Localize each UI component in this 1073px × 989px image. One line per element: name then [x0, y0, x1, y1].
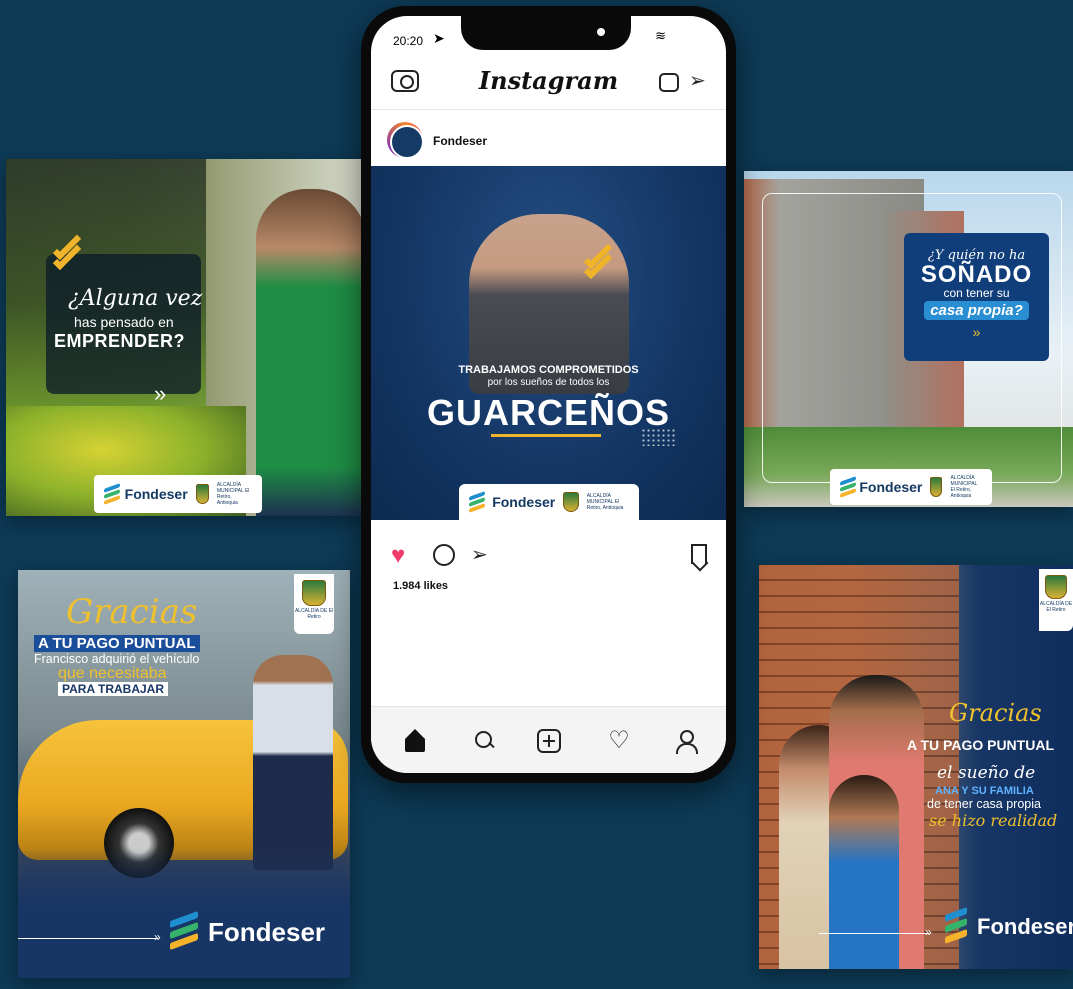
municipality-label: ALCALDÍA MUNICIPAL El Retiro, Antioquia — [950, 475, 978, 499]
story-line-1: el sueño de — [937, 763, 1036, 783]
brand-footer: Fondeser ALCALDÍA MUNICIPAL El Retiro, A… — [830, 469, 992, 505]
sonado-title: SOÑADO — [920, 261, 1033, 288]
badge-label: ALCALDÍA DE El Retiro — [1039, 601, 1073, 613]
search-icon[interactable] — [473, 729, 497, 753]
activity-icon[interactable]: ♡ — [607, 729, 631, 753]
headline-line-3: EMPRENDER? — [54, 331, 186, 351]
heart-icon[interactable]: ♥ — [391, 544, 405, 568]
post-card-familia: ALCALDÍA DE El Retiro Gracias A TU PAGO … — [759, 565, 1073, 969]
vendor-photo — [256, 189, 363, 516]
bottom-gradient — [18, 848, 350, 978]
underline-accent — [491, 434, 601, 437]
add-icon[interactable] — [537, 729, 561, 753]
municipality-crest-icon — [930, 477, 943, 497]
story-line-2: que necesitaba — [58, 665, 167, 682]
gracias-title: Gracias — [949, 699, 1042, 727]
story-line-3: de tener casa propia — [927, 797, 1041, 811]
gracias-title: Gracias — [66, 592, 198, 632]
brand-name: Fondeser — [859, 479, 923, 495]
double-chevron-icon: » — [154, 930, 161, 944]
double-chevron-icon: » — [972, 324, 981, 340]
brand-name: Fondeser — [492, 494, 556, 510]
post-card-casa-propia: ¿Y quién no ha SOÑADO con tener su casa … — [744, 171, 1073, 507]
municipality-crest-icon — [1045, 575, 1067, 599]
post-card-taxi: ALCALDÍA DE El Retiro Gracias A TU PAGO … — [18, 570, 350, 978]
comment-icon[interactable] — [433, 544, 455, 566]
municipality-crest-icon — [302, 580, 326, 606]
headline-line-1: ¿Alguna vez — [68, 286, 203, 311]
fondeser-logo-icon — [945, 906, 971, 945]
municipality-crest-icon — [563, 492, 579, 512]
location-arrow-icon: ➤ — [433, 30, 445, 46]
chevron-logo-icon — [581, 240, 615, 286]
bottom-tab-bar: ♡ — [371, 706, 726, 773]
account-name[interactable]: Fondeser — [433, 134, 487, 148]
pago-puntual-label: A TU PAGO PUNTUAL — [34, 635, 200, 652]
post-image[interactable]: TRABAJAMOS COMPROMETIDOS por los sueños … — [371, 166, 726, 520]
municipality-badge: ALCALDÍA DE El Retiro — [294, 574, 334, 634]
double-chevron-icon: » — [154, 381, 167, 406]
chevron-logo-icon — [48, 231, 84, 277]
municipality-label: ALCALDÍA MUNICIPAL El Retiro, Antioquia — [586, 493, 624, 511]
divider-line — [18, 938, 158, 939]
brand-footer: Fondeser ALCALDÍA MUNICIPAL El Retiro, A… — [459, 484, 639, 520]
story-line-2: ANA Y SU FAMILIA — [935, 785, 1034, 797]
post-card-emprender: ¿Alguna vez has pensado en EMPRENDER? » … — [6, 159, 363, 516]
dot-pattern — [641, 428, 677, 446]
municipality-label: ALCALDÍA MUNICIPAL El Retiro, Antioquia — [216, 482, 250, 506]
phone-notch — [461, 16, 631, 50]
fondeser-logo-icon — [104, 483, 120, 505]
con-tener-line: con tener su — [943, 286, 1010, 300]
send-icon[interactable]: ➢ — [689, 68, 706, 93]
brand-name: Fondeser — [124, 486, 188, 502]
pago-puntual-label: A TU PAGO PUNTUAL — [907, 737, 1054, 753]
fondeser-logo-icon — [840, 476, 856, 498]
fondeser-logo-icon — [469, 491, 485, 513]
front-camera — [597, 28, 605, 36]
brand-logo: Fondeser — [170, 910, 326, 951]
status-time: 20:20 — [393, 34, 424, 48]
casa-propia-label: casa propia? — [924, 301, 1029, 320]
municipality-badge: ALCALDÍA DE El Retiro — [1039, 569, 1073, 631]
likes-count: 1.984 likes — [393, 580, 449, 592]
home-icon[interactable] — [403, 729, 427, 753]
post-actions: ♥ ➢ — [371, 536, 726, 576]
phone-screen: 20:20 ➤ ≋ Instagram ➢ Fondeser TRABAJAMO… — [371, 16, 726, 773]
bookmark-icon[interactable] — [691, 544, 707, 564]
brand-name: Fondeser — [208, 916, 326, 947]
story-line-1: Francisco adquirió el vehículo — [34, 652, 200, 666]
story-line-3: PARA TRABAJAR — [58, 682, 168, 696]
municipality-crest-icon — [195, 484, 209, 504]
igtv-icon[interactable] — [659, 73, 679, 92]
brand-name: Fondeser — [977, 914, 1073, 939]
post-headline-1: TRABAJAMOS COMPROMETIDOS — [458, 364, 639, 376]
post-header: Fondeser — [371, 112, 726, 164]
phone-mockup: 20:20 ➤ ≋ Instagram ➢ Fondeser TRABAJAMO… — [361, 6, 736, 783]
brand-footer: Fondeser ALCALDÍA MUNICIPAL El Retiro, A… — [94, 475, 262, 513]
post-headline-2: por los sueños de todos los — [487, 377, 610, 388]
fondeser-logo-icon — [170, 910, 202, 951]
double-chevron-icon: » — [925, 925, 932, 939]
brand-logo: Fondeser — [945, 906, 1073, 945]
story-line-4: se hizo realidad — [929, 811, 1058, 830]
text-panel: ¿Y quién no ha SOÑADO con tener su casa … — [904, 233, 1049, 361]
driver-photo — [253, 655, 333, 870]
share-icon[interactable]: ➢ — [471, 542, 488, 567]
avatar[interactable] — [387, 122, 424, 159]
badge-label: ALCALDÍA DE El Retiro — [294, 608, 334, 620]
boy-photo — [829, 775, 899, 969]
divider-line — [819, 933, 929, 934]
wifi-icon: ≋ — [655, 28, 666, 43]
instagram-header: Instagram ➢ — [371, 58, 726, 110]
headline-line-2: has pensado en — [74, 314, 174, 330]
profile-icon[interactable] — [673, 729, 698, 754]
